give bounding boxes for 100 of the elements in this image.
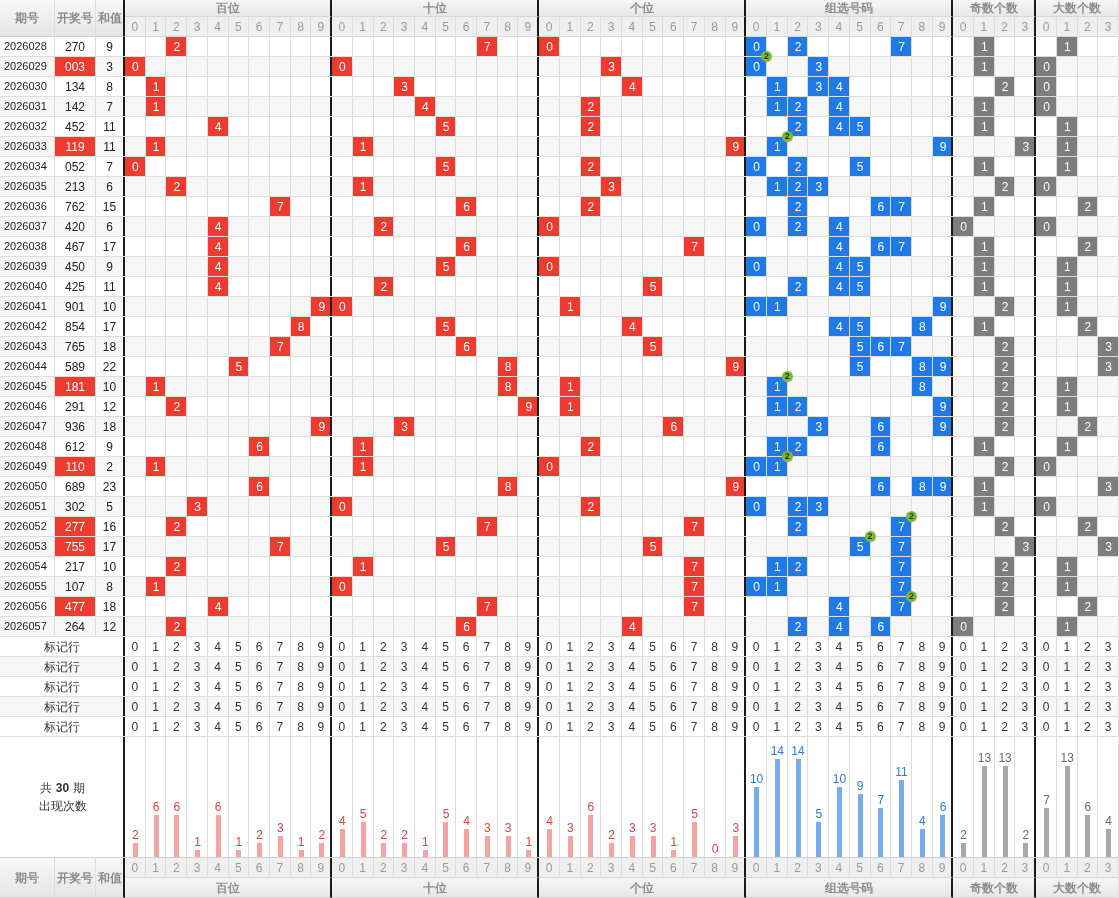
marker-digit[interactable]: 2 [1077, 657, 1099, 676]
marker-digit[interactable]: 2 [1077, 637, 1099, 656]
marker-digit[interactable]: 7 [684, 637, 705, 656]
marker-digit[interactable]: 7 [684, 717, 705, 736]
marker-digit[interactable]: 0 [1036, 697, 1057, 716]
marker-digit[interactable]: 0 [539, 637, 560, 656]
marker-digit[interactable]: 1 [145, 717, 167, 736]
marker-digit[interactable]: 1 [352, 637, 374, 656]
marker-digit[interactable]: 2 [166, 677, 188, 696]
marker-digit[interactable]: 7 [891, 697, 912, 716]
marker-digit[interactable]: 8 [290, 657, 312, 676]
marker-digit[interactable]: 4 [622, 697, 643, 716]
marker-digit[interactable]: 5 [642, 677, 664, 696]
marker-digit[interactable]: 0 [746, 637, 767, 656]
marker-digit[interactable]: 8 [290, 677, 312, 696]
marker-digit[interactable]: 3 [394, 637, 415, 656]
marker-digit[interactable]: 4 [414, 717, 436, 736]
marker-digit[interactable]: 3 [601, 697, 622, 716]
marker-digit[interactable]: 8 [290, 697, 312, 716]
marker-digit[interactable]: 2 [787, 697, 809, 716]
marker-digit[interactable]: 0 [1036, 717, 1057, 736]
marker-digit[interactable]: 1 [766, 657, 788, 676]
marker-digit[interactable]: 0 [332, 637, 353, 656]
marker-digit[interactable]: 2 [580, 657, 602, 676]
marker-digit[interactable]: 7 [891, 637, 912, 656]
marker-digit[interactable]: 4 [414, 697, 436, 716]
marker-digit[interactable]: 1 [352, 657, 374, 676]
marker-digit[interactable]: 2 [994, 637, 1016, 656]
marker-digit[interactable]: 5 [642, 657, 664, 676]
marker-digit[interactable]: 1 [145, 637, 167, 656]
marker-digit[interactable]: 2 [994, 677, 1016, 696]
marker-digit[interactable]: 6 [663, 657, 685, 676]
marker-digit[interactable]: 4 [829, 697, 850, 716]
marker-digit[interactable]: 6 [870, 697, 892, 716]
marker-digit[interactable]: 3 [601, 677, 622, 696]
marker-digit[interactable]: 0 [953, 637, 975, 656]
marker-digit[interactable]: 2 [166, 657, 188, 676]
marker-digit[interactable]: 7 [891, 677, 912, 696]
marker-digit[interactable]: 3 [187, 677, 208, 696]
marker-digit[interactable]: 3 [601, 657, 622, 676]
marker-digit[interactable]: 7 [269, 677, 291, 696]
marker-digit[interactable]: 1 [974, 697, 995, 716]
marker-digit[interactable]: 3 [187, 657, 208, 676]
marker-digit[interactable]: 5 [228, 677, 250, 696]
marker-digit[interactable]: 0 [332, 677, 353, 696]
marker-digit[interactable]: 1 [145, 677, 167, 696]
marker-digit[interactable]: 8 [704, 677, 726, 696]
marker-digit[interactable]: 2 [580, 697, 602, 716]
marker-digit[interactable]: 4 [622, 657, 643, 676]
marker-digit[interactable]: 4 [829, 677, 850, 696]
marker-digit[interactable]: 0 [746, 717, 767, 736]
marker-digit[interactable]: 4 [829, 637, 850, 656]
marker-digit[interactable]: 0 [746, 697, 767, 716]
marker-digit[interactable]: 5 [849, 697, 871, 716]
marker-digit[interactable]: 8 [911, 677, 933, 696]
marker-digit[interactable]: 1 [1056, 657, 1078, 676]
marker-digit[interactable]: 5 [435, 697, 457, 716]
marker-digit[interactable]: 1 [1056, 677, 1078, 696]
marker-digit[interactable]: 6 [249, 717, 270, 736]
marker-digit[interactable]: 6 [663, 717, 685, 736]
marker-digit[interactable]: 2 [373, 637, 395, 656]
marker-digit[interactable]: 2 [580, 637, 602, 656]
marker-digit[interactable]: 1 [974, 677, 995, 696]
marker-digit[interactable]: 4 [207, 717, 229, 736]
marker-digit[interactable]: 6 [663, 697, 685, 716]
marker-digit[interactable]: 1 [559, 677, 581, 696]
marker-digit[interactable]: 8 [497, 717, 519, 736]
marker-digit[interactable]: 5 [435, 637, 457, 656]
marker-digit[interactable]: 8 [704, 697, 726, 716]
marker-digit[interactable]: 6 [870, 717, 892, 736]
marker-digit[interactable]: 1 [145, 697, 167, 716]
marker-digit[interactable]: 5 [642, 717, 664, 736]
marker-digit[interactable]: 2 [787, 637, 809, 656]
marker-digit[interactable]: 8 [497, 637, 519, 656]
marker-digit[interactable]: 2 [373, 657, 395, 676]
marker-digit[interactable]: 7 [477, 717, 498, 736]
marker-digit[interactable]: 0 [953, 697, 975, 716]
marker-digit[interactable]: 5 [228, 637, 250, 656]
marker-digit[interactable]: 1 [1056, 697, 1078, 716]
marker-digit[interactable]: 4 [622, 717, 643, 736]
marker-digit[interactable]: 7 [477, 637, 498, 656]
marker-digit[interactable]: 7 [269, 697, 291, 716]
marker-digit[interactable]: 0 [1036, 657, 1057, 676]
marker-digit[interactable]: 5 [228, 657, 250, 676]
marker-digit[interactable]: 6 [663, 637, 685, 656]
marker-digit[interactable]: 4 [414, 657, 436, 676]
marker-digit[interactable]: 4 [622, 677, 643, 696]
marker-digit[interactable]: 5 [228, 717, 250, 736]
marker-digit[interactable]: 4 [207, 657, 229, 676]
marker-digit[interactable]: 6 [249, 637, 270, 656]
marker-digit[interactable]: 1 [974, 637, 995, 656]
marker-digit[interactable]: 4 [207, 637, 229, 656]
marker-digit[interactable]: 6 [249, 697, 270, 716]
marker-digit[interactable]: 1 [974, 657, 995, 676]
marker-digit[interactable]: 1 [352, 677, 374, 696]
marker-digit[interactable]: 7 [477, 657, 498, 676]
marker-digit[interactable]: 1 [559, 717, 581, 736]
marker-digit[interactable]: 8 [497, 657, 519, 676]
marker-digit[interactable]: 8 [911, 697, 933, 716]
marker-digit[interactable]: 3 [394, 717, 415, 736]
